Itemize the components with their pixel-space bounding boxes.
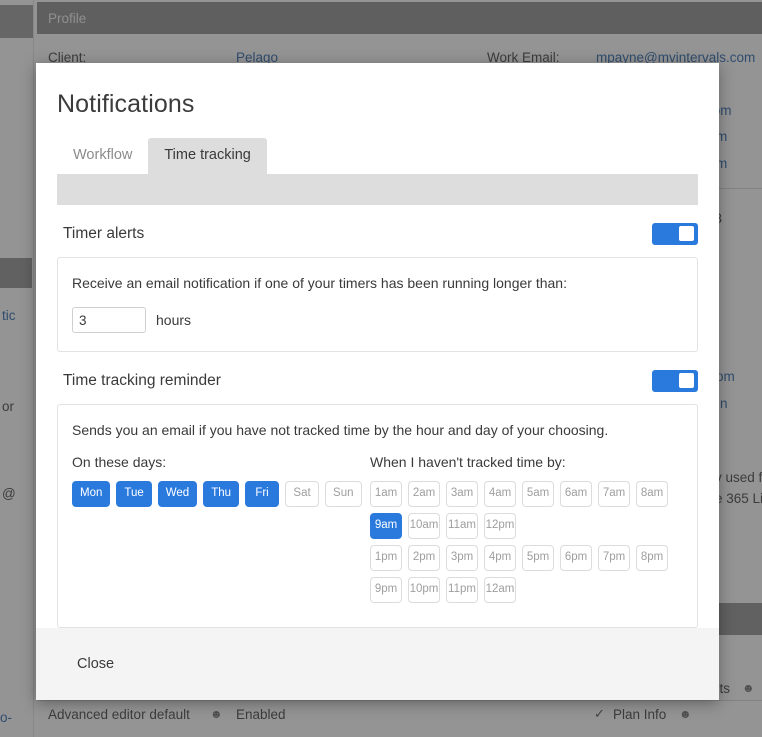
tab-workflow[interactable]: Workflow [57, 138, 148, 174]
hour-chip-row: 1pm 2pm 3pm 4pm 5pm 6pm 7pm 8pm [370, 545, 676, 572]
hour-chip-7pm[interactable]: 7pm [598, 545, 630, 572]
tab-list: Workflow Time tracking [36, 119, 719, 175]
hour-chip-row: 1am 2am 3am 4am 5am 6am 7am 8am [370, 481, 676, 508]
hour-chip-3am[interactable]: 3am [446, 481, 478, 508]
hour-chip-6pm[interactable]: 6pm [560, 545, 592, 572]
day-chip-wed[interactable]: Wed [157, 481, 198, 508]
timer-hours-input[interactable] [72, 307, 146, 334]
hour-chip-12pm[interactable]: 12pm [484, 513, 516, 540]
close-button[interactable]: Close [75, 652, 116, 676]
modal-footer: Close [36, 628, 719, 700]
time-tracking-reminder-toggle[interactable] [652, 370, 698, 393]
hour-chip-3pm[interactable]: 3pm [446, 545, 478, 572]
timer-hours-unit: hours [156, 312, 192, 329]
timer-alerts-toggle[interactable] [652, 223, 698, 246]
day-chip-tue[interactable]: Tue [116, 481, 152, 508]
toggle-knob [679, 373, 694, 389]
hour-chip-10am[interactable]: 10am [408, 513, 440, 540]
hour-chip-5am[interactable]: 5am [522, 481, 554, 508]
days-column: On these days: Mon Tue Wed Thu Fri Sat Sun [72, 454, 370, 609]
hour-chip-1pm[interactable]: 1pm [370, 545, 402, 572]
hour-chip-8pm[interactable]: 8pm [636, 545, 668, 572]
hour-chip-8am[interactable]: 8am [636, 481, 668, 508]
day-chip-sat[interactable]: Sat [285, 481, 320, 508]
hour-chip-6am[interactable]: 6am [560, 481, 592, 508]
tab-time-tracking[interactable]: Time tracking [148, 138, 267, 175]
time-tracking-reminder-title: Time tracking reminder [63, 372, 221, 390]
modal-body: Notifications Workflow Time tracking Tim… [36, 63, 719, 628]
notifications-modal: Notifications Workflow Time tracking Tim… [36, 63, 719, 700]
hour-chip-row: 9pm 10pm 11pm 12am [370, 577, 676, 604]
hour-chip-7am[interactable]: 7am [598, 481, 630, 508]
timer-alerts-hours-row: hours [72, 307, 683, 334]
timer-alerts-description: Receive an email notification if one of … [72, 275, 567, 292]
hour-chip-12am[interactable]: 12am [484, 577, 516, 604]
section-time-tracking-reminder: Time tracking reminder Sends you an emai… [57, 352, 698, 628]
timer-alerts-header: Timer alerts [57, 205, 698, 257]
time-tracking-reminder-header: Time tracking reminder [57, 352, 698, 404]
day-chip-thu[interactable]: Thu [203, 481, 240, 508]
hour-chip-10pm[interactable]: 10pm [408, 577, 440, 604]
day-chip-mon[interactable]: Mon [72, 481, 111, 508]
day-chip-fri[interactable]: Fri [245, 481, 280, 508]
timer-alerts-title: Timer alerts [63, 225, 145, 243]
toggle-knob [679, 226, 694, 242]
hour-chip-9pm[interactable]: 9pm [370, 577, 402, 604]
hour-chip-11am[interactable]: 11am [446, 513, 478, 540]
hour-chip-11pm[interactable]: 11pm [446, 577, 478, 604]
day-chip-row: Mon Tue Wed Thu Fri Sat Sun [72, 481, 370, 508]
hour-chip-4am[interactable]: 4am [484, 481, 516, 508]
hour-chip-5pm[interactable]: 5pm [522, 545, 554, 572]
time-tracking-reminder-panel: Sends you an email if you have not track… [57, 404, 698, 628]
time-tracking-reminder-description: Sends you an email if you have not track… [72, 422, 609, 439]
tab-panel-header-bar [57, 174, 698, 206]
modal-title: Notifications [57, 90, 195, 118]
reminder-columns: On these days: Mon Tue Wed Thu Fri Sat Sun Whe… [72, 454, 683, 609]
hour-chip-grid: 1am 2am 3am 4am 5am 6am 7am 8am 9am 10am 11am 12pm 1… [370, 481, 683, 604]
hour-chip-1am[interactable]: 1am [370, 481, 402, 508]
hour-chip-4pm[interactable]: 4pm [484, 545, 516, 572]
hour-chip-9am[interactable]: 9am [370, 513, 402, 540]
hour-chip-2am[interactable]: 2am [408, 481, 440, 508]
timer-alerts-panel: Receive an email notification if one of … [57, 257, 698, 353]
day-chip-sun[interactable]: Sun [325, 481, 362, 508]
hour-chip-2pm[interactable]: 2pm [408, 545, 440, 572]
hours-label: When I haven't tracked time by: [370, 454, 566, 471]
screen: Profile Client: Pelago Work Email: mpayn… [0, 0, 762, 737]
hours-column: When I haven't tracked time by: 1am 2am 3a… [370, 454, 683, 609]
section-timer-alerts: Timer alerts Receive an email notificati… [57, 205, 698, 353]
days-label: On these days: [72, 454, 167, 471]
hour-chip-row: 9am 10am 11am 12pm [370, 513, 676, 540]
